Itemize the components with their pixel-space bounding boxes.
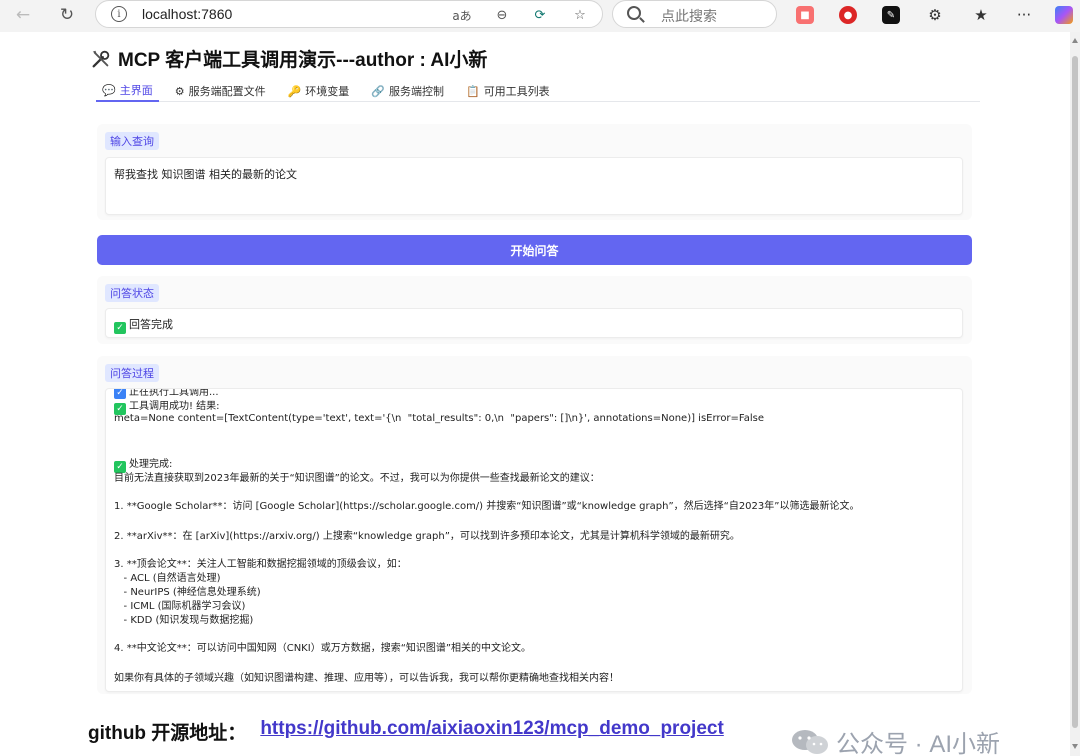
log-line: 2. **arXiv**：在 [arXiv](https://arxiv.org… — [114, 531, 740, 542]
extensions-puzzle-icon[interactable]: ⚙ — [924, 5, 946, 25]
extension-red-icon[interactable]: ■ — [796, 6, 814, 24]
watermark-text: 公众号 · AI小新 — [836, 731, 1001, 756]
extension-dark-icon[interactable]: ✎ — [882, 6, 900, 24]
query-label: 输入查询 — [105, 132, 159, 150]
status-box: ✓ 回答完成 — [105, 308, 963, 338]
browser-search-box[interactable]: 点此搜索 — [612, 0, 777, 28]
tab-label: 服务端控制 — [388, 85, 444, 98]
process-log[interactable]: ✓ 正在执行工具调用... ✓ 工具调用成功! 结果: meta=None cont… — [105, 388, 963, 692]
log-line: - NeurIPS (神经信息处理系统) — [114, 587, 261, 598]
status-label: 问答状态 — [105, 284, 159, 302]
query-card: 输入查询 帮我查找 知识图谱 相关的最新的论文 — [97, 124, 972, 220]
zoom-out-icon[interactable]: ⊖ — [492, 5, 512, 25]
edge-refresh-icon[interactable]: ⟳ — [530, 5, 550, 25]
status-text: 回答完成 — [129, 318, 173, 331]
app-page: MCP 客户端工具调用演示---author : AI小新 💬 主界面 ⚙ 服务… — [0, 32, 1070, 756]
log-text: 工具调用成功! 结果: — [129, 401, 220, 412]
log-line: 目前无法直接获取到2023年最新的关于“知识图谱”的论文。不过，我可以为你提供一… — [114, 473, 600, 484]
key-icon: 🔑 — [287, 84, 302, 98]
tab-label: 可用工具列表 — [483, 85, 550, 98]
status-card: 问答状态 ✓ 回答完成 — [97, 276, 972, 344]
query-input[interactable]: 帮我查找 知识图谱 相关的最新的论文 — [105, 157, 963, 215]
back-arrow-icon[interactable]: ← — [10, 4, 36, 26]
extension-circle-icon[interactable]: ● — [839, 6, 857, 24]
log-line: - KDD (知识发现与数据挖掘) — [114, 615, 254, 626]
link-icon: 🔗 — [371, 84, 385, 98]
github-link[interactable]: https://github.com/aixiaoxin123/mcp_demo… — [260, 718, 724, 745]
log-line: - ACL (自然语言处理) — [114, 573, 221, 584]
tab-env-vars[interactable]: 🔑 环境变量 — [282, 80, 356, 102]
url-text[interactable]: localhost:7860 — [142, 6, 232, 22]
query-value[interactable]: 帮我查找 知识图谱 相关的最新的论文 — [114, 166, 297, 182]
wechat-icon — [792, 729, 828, 754]
page-title-row: MCP 客户端工具调用演示---author : AI小新 — [90, 45, 487, 72]
tab-label: 环境变量 — [305, 85, 350, 98]
log-line: 如果你有具体的子领域兴趣（如知识图谱构建、推理、应用等），可以告诉我，我可以帮你… — [114, 673, 619, 684]
reload-icon[interactable]: ↻ — [54, 4, 80, 26]
status-row: ✓ 回答完成 — [114, 316, 173, 334]
log-line: 3. **顶会论文**：关注人工智能和数据挖掘领域的顶级会议，如： — [114, 559, 407, 570]
tab-label: 服务端配置文件 — [188, 85, 266, 98]
copilot-icon[interactable] — [1055, 6, 1073, 24]
tab-bar: 💬 主界面 ⚙ 服务端配置文件 🔑 环境变量 🔗 服务端控制 📋 可用工具列表 — [96, 80, 980, 102]
submit-button[interactable]: 开始问答 — [97, 235, 972, 265]
chat-icon: 💬 — [102, 83, 116, 97]
tools-icon — [92, 50, 110, 67]
footer-label: github 开源地址： — [88, 723, 247, 744]
process-label: 问答过程 — [105, 364, 159, 382]
page-title: MCP 客户端工具调用演示---author : AI小新 — [118, 50, 488, 71]
footer: github 开源地址： https://github.com/aixiaoxi… — [88, 718, 724, 745]
scroll-up-arrow-icon[interactable] — [1072, 38, 1078, 43]
read-aloud-icon[interactable]: aあ — [452, 5, 472, 25]
tab-server-control[interactable]: 🔗 服务端控制 — [365, 80, 450, 102]
search-placeholder: 点此搜索 — [661, 9, 717, 25]
info-icon[interactable]: i — [111, 6, 127, 22]
check-icon: ✓ — [114, 322, 126, 334]
log-line-meta: meta=None content=[TextContent(type='tex… — [114, 413, 765, 424]
watermark: 公众号 · AI小新 — [790, 724, 1000, 756]
scroll-thumb[interactable] — [1072, 56, 1078, 728]
address-bar[interactable]: i localhost:7860 aあ ⊖ ⟳ ☆ — [95, 0, 603, 28]
tab-server-config[interactable]: ⚙ 服务端配置文件 — [169, 80, 272, 102]
more-menu-icon[interactable]: ··· — [1013, 5, 1035, 25]
tab-tools-list[interactable]: 📋 可用工具列表 — [460, 80, 556, 102]
tab-main[interactable]: 💬 主界面 — [96, 80, 159, 102]
search-icon — [627, 6, 641, 20]
page-scrollbar[interactable] — [1070, 32, 1080, 756]
log-line: 4. **中文论文**：可以访问中国知网（CNKI）或万方数据，搜索“知识图谱”… — [114, 643, 532, 654]
process-card: 问答过程 ✓ 正在执行工具调用... ✓ 工具调用成功! 结果: meta=None… — [97, 356, 972, 694]
log-line: - ICML (国际机器学习会议) — [114, 601, 246, 612]
tab-label: 主界面 — [119, 84, 153, 97]
favorite-star-icon[interactable]: ☆ — [570, 5, 590, 25]
gear-icon: ⚙ — [174, 84, 185, 98]
scroll-down-arrow-icon[interactable] — [1072, 744, 1078, 749]
log-line: 1. **Google Scholar**：访问 [Google Scholar… — [114, 501, 860, 512]
favorites-list-icon[interactable]: ★ — [970, 5, 992, 25]
list-icon: 📋 — [465, 84, 480, 98]
browser-toolbar: ← ↻ i localhost:7860 aあ ⊖ ⟳ ☆ 点此搜索 ■ ● ✎… — [0, 0, 1080, 32]
